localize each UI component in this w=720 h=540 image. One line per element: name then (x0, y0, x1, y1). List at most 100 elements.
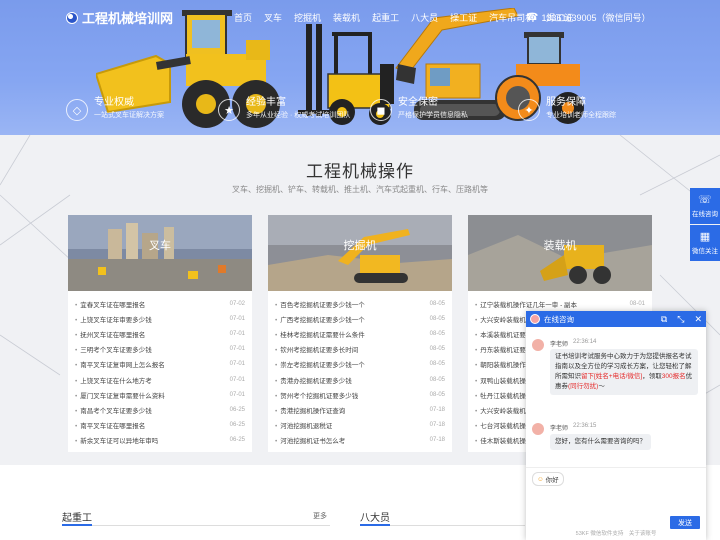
nav-home[interactable]: 首页 (228, 12, 258, 24)
item-title[interactable]: 本溪装载机证要 (475, 329, 526, 339)
message-meta: 李老师 22:36:14 (550, 339, 596, 348)
list-item[interactable]: 河池挖掘机退税证 07-18 (275, 418, 445, 433)
send-button[interactable]: 发送 (670, 516, 700, 529)
chat-footer: 53KF 微信软件支持 关于该账号 (575, 531, 657, 537)
item-title[interactable]: 宜春叉车证在哪里报名 (75, 299, 145, 309)
item-title[interactable]: 河池挖掘机退税证 (275, 420, 332, 430)
list-item[interactable]: 厦门叉车证复审需要什么资料 07-01 (75, 387, 245, 402)
list-item[interactable]: 宜春叉车证在哪里报名 07-02 (75, 296, 245, 311)
item-date: 08-05 (429, 300, 445, 307)
quick-reply-button[interactable]: ☺ 你好 (532, 472, 564, 486)
item-date: 08-05 (429, 376, 445, 383)
feature-security: ◼ 安全保密 严格保护学员信息隐私 (370, 96, 468, 122)
item-title[interactable]: 广西考挖掘机证要多少钱一个 (275, 314, 365, 324)
feature-subtitle: 一站式叉车证解决方案 (94, 112, 164, 119)
card-forklift: 叉车 宜春叉车证在哪里报名 07-02 上饶叉车证年审要多少钱 07-01 抚州叉车… (68, 215, 252, 452)
item-title[interactable]: 上饶叉车证在什么地方考 (75, 375, 152, 385)
tab-crane-worker[interactable]: 起重工 (62, 509, 92, 524)
nav-forklift[interactable]: 叉车 (258, 12, 288, 24)
item-title[interactable]: 辽宁装载机操作证几年一审 - 副本 (475, 299, 577, 309)
chat-input-area[interactable]: ☺ 你好 发送 (526, 467, 706, 529)
item-title[interactable]: 七台河装载机操 (475, 420, 526, 430)
item-title[interactable]: 贺州考个挖掘机证要多少钱 (275, 390, 358, 400)
nav-eight-staff[interactable]: 八大员 (405, 12, 444, 24)
list-item[interactable]: 南平叉车证在哪里报名 06-25 (75, 418, 245, 433)
item-title[interactable]: 上饶叉车证年审要多少钱 (75, 314, 152, 324)
list-item[interactable]: 上饶叉车证在什么地方考 07-01 (75, 372, 245, 387)
list-item[interactable]: 河池挖掘机证书怎么考 07-18 (275, 433, 445, 448)
item-title[interactable]: 双鸭山装载机操 (475, 375, 526, 385)
item-title[interactable]: 南平叉车证复审网上怎么报名 (75, 359, 165, 369)
item-date: 08-05 (429, 346, 445, 353)
feature-title: 安全保密 (398, 97, 438, 108)
message-time: 22:36:14 (573, 339, 597, 345)
list-item[interactable]: 百色考挖掘机证要多少钱一个 08-05 (275, 296, 445, 311)
list-item[interactable]: 抚州叉车证在哪里报名 07-01 (75, 326, 245, 341)
item-title[interactable]: 钦州考挖掘机证要多长时间 (275, 344, 358, 354)
nav-loader[interactable]: 装载机 (327, 12, 366, 24)
sender-name: 李老师 (550, 342, 569, 348)
item-date: 08-05 (429, 361, 445, 368)
feature-title: 服务保障 (546, 97, 586, 108)
item-title[interactable]: 佳木斯装载机操 (475, 435, 526, 445)
tab-underline (62, 524, 330, 526)
card-image[interactable]: 装载机 (468, 215, 652, 291)
list-item[interactable]: 贵港办挖掘机证要多少钱 08-05 (275, 372, 445, 387)
close-icon[interactable]: ✕ (694, 314, 702, 325)
tab-eight-staff[interactable]: 八大员 (360, 509, 390, 524)
item-title[interactable]: 河池挖掘机证书怎么考 (275, 435, 345, 445)
list-item[interactable]: 新余叉车证可以异地年审吗 06-25 (75, 433, 245, 448)
online-consult-button[interactable]: ☏ 在线咨询 (690, 188, 720, 224)
item-title[interactable]: 牡丹江装载机操 (475, 390, 526, 400)
item-title[interactable]: 朝阳装载机操作 (475, 359, 526, 369)
item-title[interactable]: 南平叉车证在哪里报名 (75, 420, 145, 430)
item-title[interactable]: 贵港办挖掘机证要多少钱 (275, 375, 352, 385)
list-item[interactable]: 桂林考挖掘机证需要什么条件 08-05 (275, 326, 445, 341)
list-item[interactable]: 三明考个叉车证要多少钱 07-01 (75, 342, 245, 357)
card-image[interactable]: 叉车 (68, 215, 252, 291)
item-title[interactable]: 丹东装载机证要 (475, 344, 526, 354)
item-title[interactable]: 厦门叉车证复审需要什么资料 (75, 390, 165, 400)
list-item[interactable]: 崇左考挖掘机证要多少钱一个 08-05 (275, 357, 445, 372)
item-title[interactable]: 大兴安岭装载机 (475, 405, 526, 415)
list-item[interactable]: 上饶叉车证年审要多少钱 07-01 (75, 311, 245, 326)
wechat-follow-button[interactable]: ▦ 微信关注 (690, 225, 720, 261)
feature-title: 专业权威 (94, 97, 134, 108)
item-date: 06-25 (229, 437, 245, 444)
list-item[interactable]: 钦州考挖掘机证要多长时间 08-05 (275, 342, 445, 357)
nav-crane-worker[interactable]: 起重工 (366, 12, 405, 24)
tab-underline (360, 524, 525, 526)
item-title[interactable]: 抚州叉车证在哪里报名 (75, 329, 145, 339)
loader-work-photo (468, 215, 652, 291)
more-link[interactable]: 更多 (313, 511, 327, 521)
list-item[interactable]: 贵港挖掘机操作证查询 07-18 (275, 402, 445, 417)
item-title[interactable]: 大兴安岭装载机 (475, 314, 526, 324)
feature-professional: ◇ 专业权威 一站式叉车证解决方案 (66, 96, 164, 122)
item-title[interactable]: 南昌考个叉车证要多少钱 (75, 405, 152, 415)
phone-number: 13361639005（微信同号） (541, 13, 651, 23)
list-item[interactable]: 广西考挖掘机证要多少钱一个 08-05 (275, 311, 445, 326)
chat-header: 在线咨询 ⧉ ⤡ ✕ (526, 311, 706, 327)
message-highlight: 留下[姓名+电话/微信] (581, 373, 643, 380)
item-title[interactable]: 三明考个叉车证要多少钱 (75, 344, 152, 354)
nav-operation-cert[interactable]: 操工证 (444, 12, 483, 24)
list-item[interactable]: 辽宁装载机操作证几年一审 - 副本 08-01 (475, 296, 645, 311)
list-item[interactable]: 贺州考个挖掘机证要多少钱 08-05 (275, 387, 445, 402)
list-item[interactable]: 南平叉车证复审网上怎么报名 07-01 (75, 357, 245, 372)
smile-icon: ☺ (537, 475, 544, 483)
item-title[interactable]: 贵港挖掘机操作证查询 (275, 405, 345, 415)
minimize-icon[interactable]: ⤡ (677, 314, 684, 325)
item-title[interactable]: 新余叉车证可以异地年审吗 (75, 435, 158, 445)
contact-phone: ☎ 13361639005（微信同号） (526, 11, 651, 24)
item-title[interactable]: 桂林考挖掘机证需要什么条件 (275, 329, 365, 339)
item-date: 06-25 (229, 422, 245, 429)
nav-excavator[interactable]: 挖掘机 (288, 12, 327, 24)
popout-icon[interactable]: ⧉ (661, 314, 667, 325)
item-title[interactable]: 百色考挖掘机证要多少钱一个 (275, 299, 365, 309)
card-title: 装载机 (543, 240, 577, 252)
section-title: 工程机械操作 (306, 162, 414, 181)
message-meta: 李老师 22:36:15 (550, 423, 596, 432)
item-title[interactable]: 崇左考挖掘机证要多少钱一个 (275, 359, 365, 369)
list-item[interactable]: 南昌考个叉车证要多少钱 06-25 (75, 402, 245, 417)
card-image[interactable]: 挖掘机 (268, 215, 452, 291)
